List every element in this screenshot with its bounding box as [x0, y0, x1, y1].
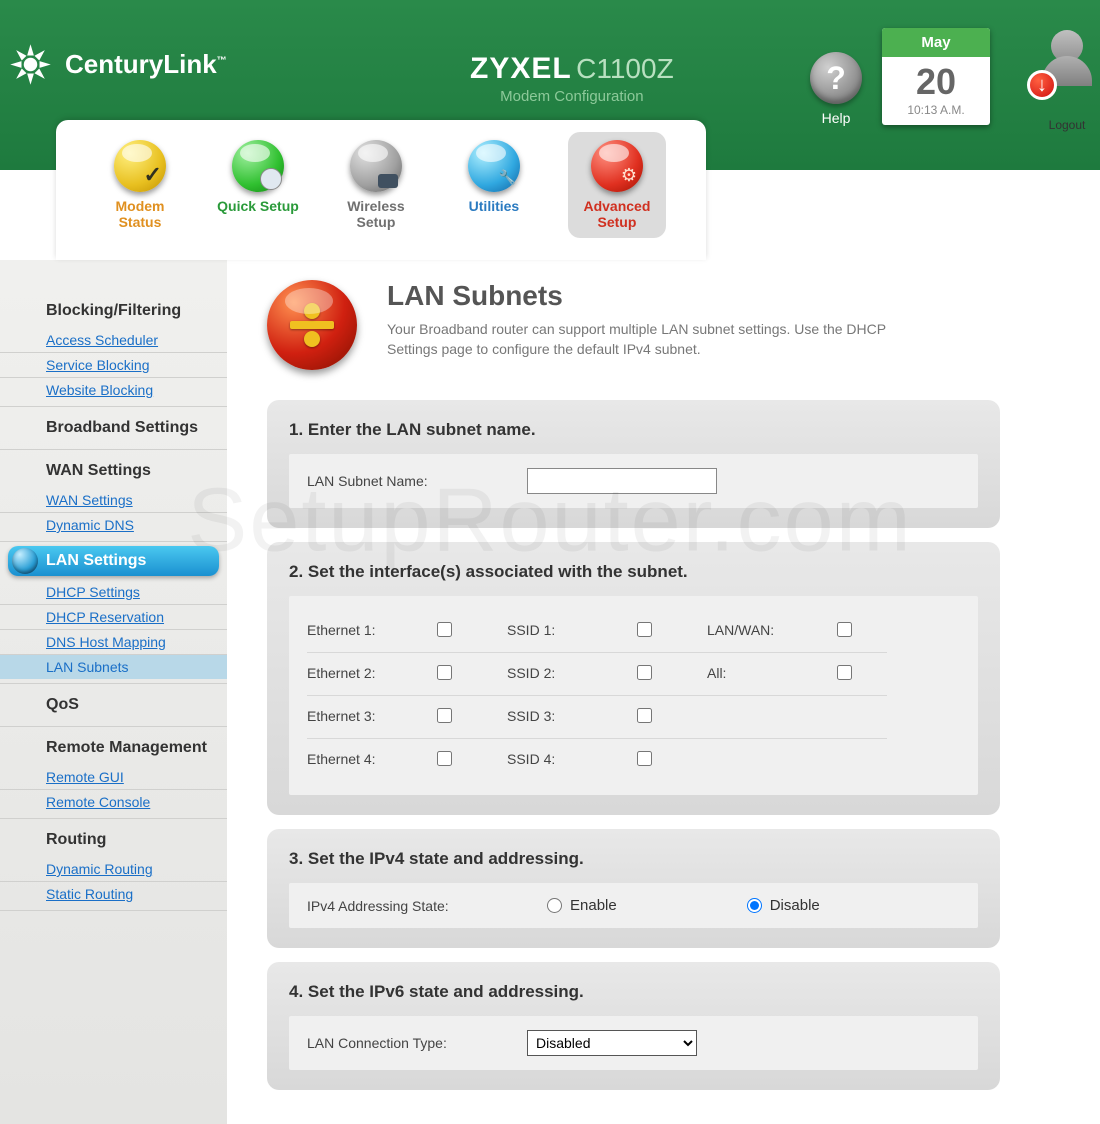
tab-utilities[interactable]: 🔧 Utilities: [450, 140, 538, 238]
step2-panel: 2. Set the interface(s) associated with …: [267, 542, 1000, 815]
modem-status-icon: ✓: [114, 140, 166, 192]
label-ssid1: SSID 1:: [507, 610, 637, 653]
main-nav: ✓ Modem Status Quick Setup Wireless Setu…: [56, 120, 706, 260]
sidebar-link-lan-subnets[interactable]: LAN Subnets: [0, 655, 227, 679]
step3-title: 3. Set the IPv4 state and addressing.: [289, 849, 978, 869]
checkbox-ssid2[interactable]: [637, 665, 652, 680]
checkbox-lanwan[interactable]: [837, 622, 852, 637]
sidebar-link-access-scheduler[interactable]: Access Scheduler: [0, 328, 227, 353]
label-ethernet1: Ethernet 1:: [307, 610, 437, 653]
logout-badge-icon: ↓: [1027, 70, 1057, 100]
label-ethernet4: Ethernet 4:: [307, 739, 437, 781]
sidebar-link-dynamic-routing[interactable]: Dynamic Routing: [0, 857, 227, 882]
sidebar-title-lan[interactable]: LAN Settings: [8, 546, 219, 576]
wireless-setup-icon: [350, 140, 402, 192]
checkbox-ssid1[interactable]: [637, 622, 652, 637]
step1-title: 1. Enter the LAN subnet name.: [289, 420, 978, 440]
label-all: All:: [707, 653, 837, 696]
sidebar-link-wan-settings[interactable]: WAN Settings: [0, 488, 227, 513]
label-ssid3: SSID 3:: [507, 696, 637, 739]
main-content: LAN Subnets Your Broadband router can su…: [227, 260, 1100, 1124]
sidebar-link-remote-console[interactable]: Remote Console: [0, 790, 227, 814]
ipv4-disable-radio[interactable]: [747, 898, 762, 913]
checkbox-ssid4[interactable]: [637, 751, 652, 766]
sidebar-section-wan: WAN Settings WAN Settings Dynamic DNS: [0, 450, 227, 542]
page-icon: [267, 280, 357, 370]
sidebar-title-routing: Routing: [0, 819, 227, 857]
step1-panel: 1. Enter the LAN subnet name. LAN Subnet…: [267, 400, 1000, 528]
lan-subnet-name-input[interactable]: [527, 468, 717, 494]
sidebar-link-dhcp-reservation[interactable]: DHCP Reservation: [0, 605, 227, 630]
sidebar-link-dynamic-dns[interactable]: Dynamic DNS: [0, 513, 227, 537]
help-icon: ?: [810, 52, 862, 104]
sidebar-section-routing: Routing Dynamic Routing Static Routing: [0, 819, 227, 911]
sidebar-title-wan: WAN Settings: [0, 450, 227, 488]
logout-button[interactable]: ↓ Logout: [1042, 30, 1092, 132]
tab-advanced-setup[interactable]: ⚙ Advanced Setup: [568, 132, 666, 238]
date-day: 20: [882, 57, 990, 103]
brand-icon: [8, 42, 53, 87]
utilities-icon: 🔧: [468, 140, 520, 192]
ipv4-enable-option[interactable]: Enable: [547, 897, 617, 914]
step3-panel: 3. Set the IPv4 state and addressing. IP…: [267, 829, 1000, 948]
tab-modem-status[interactable]: ✓ Modem Status: [96, 140, 184, 238]
tab-wireless-setup[interactable]: Wireless Setup: [332, 140, 420, 238]
sidebar-section-remote: Remote Management Remote GUI Remote Cons…: [0, 727, 227, 819]
ipv4-enable-radio[interactable]: [547, 898, 562, 913]
avatar-icon: ↓: [1042, 30, 1092, 80]
sidebar-title-blocking: Blocking/Filtering: [0, 290, 227, 328]
brand-text: CenturyLink™: [65, 49, 227, 80]
sidebar-title-qos: QoS: [0, 684, 227, 722]
step4-title: 4. Set the IPv6 state and addressing.: [289, 982, 978, 1002]
quick-setup-icon: [232, 140, 284, 192]
tab-quick-setup[interactable]: Quick Setup: [214, 140, 302, 238]
label-ethernet3: Ethernet 3:: [307, 696, 437, 739]
ipv4-state-label: IPv4 Addressing State:: [307, 898, 547, 914]
date-month: May: [882, 28, 990, 57]
date-widget: May 20 10:13 A.M.: [882, 28, 990, 125]
sidebar-link-static-routing[interactable]: Static Routing: [0, 882, 227, 906]
device-title: ZYXEL C1100Z Modem Configuration: [470, 52, 674, 105]
sidebar-title-remote: Remote Management: [0, 727, 227, 765]
label-ssid2: SSID 2:: [507, 653, 637, 696]
checkbox-ethernet2[interactable]: [437, 665, 452, 680]
date-time: 10:13 A.M.: [882, 103, 990, 125]
step2-title: 2. Set the interface(s) associated with …: [289, 562, 978, 582]
sidebar-section-qos: QoS: [0, 684, 227, 727]
sidebar-link-dns-host-mapping[interactable]: DNS Host Mapping: [0, 630, 227, 655]
sidebar-link-remote-gui[interactable]: Remote GUI: [0, 765, 227, 790]
sidebar-section-broadband: Broadband Settings: [0, 407, 227, 450]
advanced-setup-icon: ⚙: [591, 140, 643, 192]
checkbox-ethernet4[interactable]: [437, 751, 452, 766]
sidebar-title-broadband: Broadband Settings: [0, 407, 227, 445]
brand: CenturyLink™: [8, 42, 227, 87]
checkbox-ethernet1[interactable]: [437, 622, 452, 637]
lan-connection-type-label: LAN Connection Type:: [307, 1035, 527, 1051]
step4-panel: 4. Set the IPv6 state and addressing. LA…: [267, 962, 1000, 1090]
lan-subnet-name-label: LAN Subnet Name:: [307, 473, 527, 489]
sidebar-link-service-blocking[interactable]: Service Blocking: [0, 353, 227, 378]
label-ethernet2: Ethernet 2:: [307, 653, 437, 696]
sidebar-link-dhcp-settings[interactable]: DHCP Settings: [0, 580, 227, 605]
ipv4-disable-option[interactable]: Disable: [747, 897, 820, 914]
lan-connection-type-select[interactable]: Disabled: [527, 1030, 697, 1056]
sidebar-link-website-blocking[interactable]: Website Blocking: [0, 378, 227, 402]
label-ssid4: SSID 4:: [507, 739, 637, 781]
label-lanwan: LAN/WAN:: [707, 610, 837, 653]
checkbox-all[interactable]: [837, 665, 852, 680]
checkbox-ethernet3[interactable]: [437, 708, 452, 723]
help-button[interactable]: ? Help: [810, 52, 862, 126]
sidebar-section-lan: LAN Settings DHCP Settings DHCP Reservat…: [0, 546, 227, 684]
sidebar: Blocking/Filtering Access Scheduler Serv…: [0, 260, 227, 1124]
header: CenturyLink™ ZYXEL C1100Z Modem Configur…: [0, 0, 1100, 170]
page-title: LAN Subnets: [387, 280, 907, 312]
sidebar-section-blocking: Blocking/Filtering Access Scheduler Serv…: [0, 290, 227, 407]
page-description: Your Broadband router can support multip…: [387, 320, 907, 359]
checkbox-ssid3[interactable]: [637, 708, 652, 723]
